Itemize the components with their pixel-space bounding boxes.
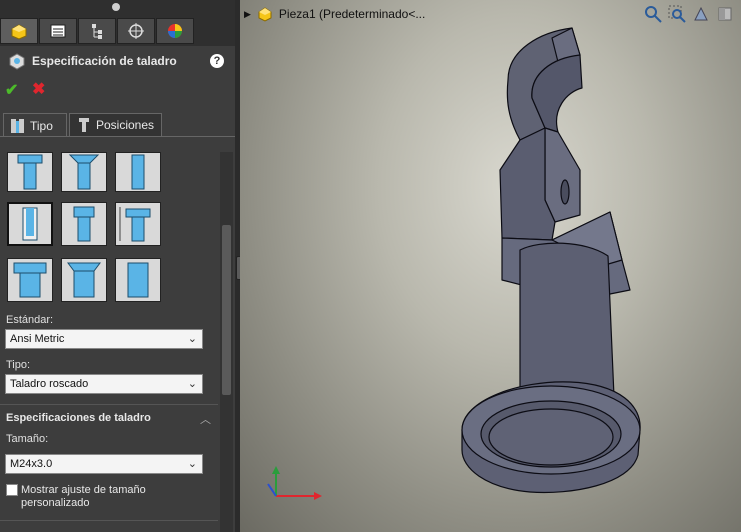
custom-size-label: Mostrar ajuste de tamaño personalizado (21, 484, 146, 510)
custom-size-label-line1: Mostrar ajuste de tamaño (21, 484, 146, 496)
estandar-label: Estándar: (6, 314, 54, 326)
hole-type-countersink-slot[interactable] (61, 258, 107, 302)
tipo-label: Tipo: (6, 359, 31, 371)
tipo-select[interactable]: Taladro roscado ⌄ (5, 374, 203, 394)
collapse-icon[interactable]: ︿ (200, 411, 211, 427)
cancel-button[interactable]: ✖ (32, 79, 45, 99)
color-wheel-icon (168, 24, 182, 38)
hole-wizard-icon (9, 53, 25, 70)
configuration-manager-tab[interactable] (78, 18, 116, 44)
scrollbar-thumb[interactable] (222, 225, 231, 395)
pm-header: Especificación de taladro (8, 52, 177, 70)
tapped-hole-icon (9, 204, 51, 244)
hole-type-counterbore[interactable] (7, 152, 53, 192)
part-model[interactable] (240, 0, 741, 532)
axis-triad (267, 466, 322, 500)
tipo-value: Taladro roscado (10, 378, 89, 390)
tab-divider (0, 136, 235, 137)
section-divider (0, 404, 218, 405)
chevron-down-icon: ⌄ (187, 333, 197, 345)
property-manager-panel: Especificación de taladro ? ✔ ✖ Tipo Pos… (0, 0, 235, 532)
simple-hole-icon (116, 153, 160, 191)
tab-tipo-label: Tipo (30, 118, 53, 133)
tamano-value: M24x3.0 (10, 458, 53, 470)
crosshair-icon (128, 23, 144, 39)
hole-type-counterbore-slot[interactable] (7, 258, 53, 302)
tab-posiciones-label: Posiciones (96, 118, 155, 132)
custom-size-label-line2: personalizado (21, 497, 90, 509)
property-list-icon (50, 24, 66, 38)
tab-tipo[interactable]: Tipo (3, 113, 67, 137)
part-icon (11, 24, 27, 40)
custom-size-checkbox[interactable] (6, 484, 18, 496)
hole-type-tapered[interactable] (61, 202, 107, 246)
hole-type-icon (11, 118, 24, 133)
ok-button[interactable]: ✔ (5, 80, 18, 100)
panel-grip[interactable] (112, 3, 120, 11)
display-manager-tab[interactable] (156, 18, 194, 44)
tamano-label: Tamaño: (6, 433, 49, 445)
section-divider-bottom (0, 520, 218, 521)
countersink-icon (62, 153, 106, 191)
tapered-hole-icon (62, 203, 106, 245)
property-manager-tab[interactable] (39, 18, 77, 44)
page-title: Especificación de taladro (32, 54, 177, 68)
legacy-hole-icon (116, 203, 160, 245)
section-title: Especificaciones de taladro (6, 412, 151, 424)
tab-posiciones[interactable]: Posiciones (69, 113, 162, 137)
hole-type-simple[interactable] (115, 152, 161, 192)
feature-manager-tab[interactable] (0, 18, 38, 44)
configuration-icon (92, 24, 102, 39)
hole-type-slot[interactable] (115, 258, 161, 302)
position-icon (79, 118, 89, 132)
hole-type-countersink[interactable] (61, 152, 107, 192)
chevron-down-icon: ⌄ (187, 378, 197, 390)
estandar-value: Ansi Metric (10, 333, 65, 345)
counterbore-icon (8, 153, 52, 191)
graphics-area[interactable]: ▶ Pieza1 (Predeterminado<... (240, 0, 741, 532)
chevron-down-icon: ⌄ (187, 458, 197, 470)
dimxpert-tab[interactable] (117, 18, 155, 44)
hole-type-legacy[interactable] (115, 202, 161, 246)
estandar-select[interactable]: Ansi Metric ⌄ (5, 329, 203, 349)
slot-icon (116, 259, 160, 301)
manager-tab-bar (0, 0, 235, 46)
tamano-select[interactable]: M24x3.0 ⌄ (5, 454, 203, 474)
counterbore-slot-icon (8, 259, 52, 301)
help-button[interactable]: ? (210, 54, 224, 68)
hole-type-tapped[interactable] (7, 202, 53, 246)
countersink-slot-icon (62, 259, 106, 301)
